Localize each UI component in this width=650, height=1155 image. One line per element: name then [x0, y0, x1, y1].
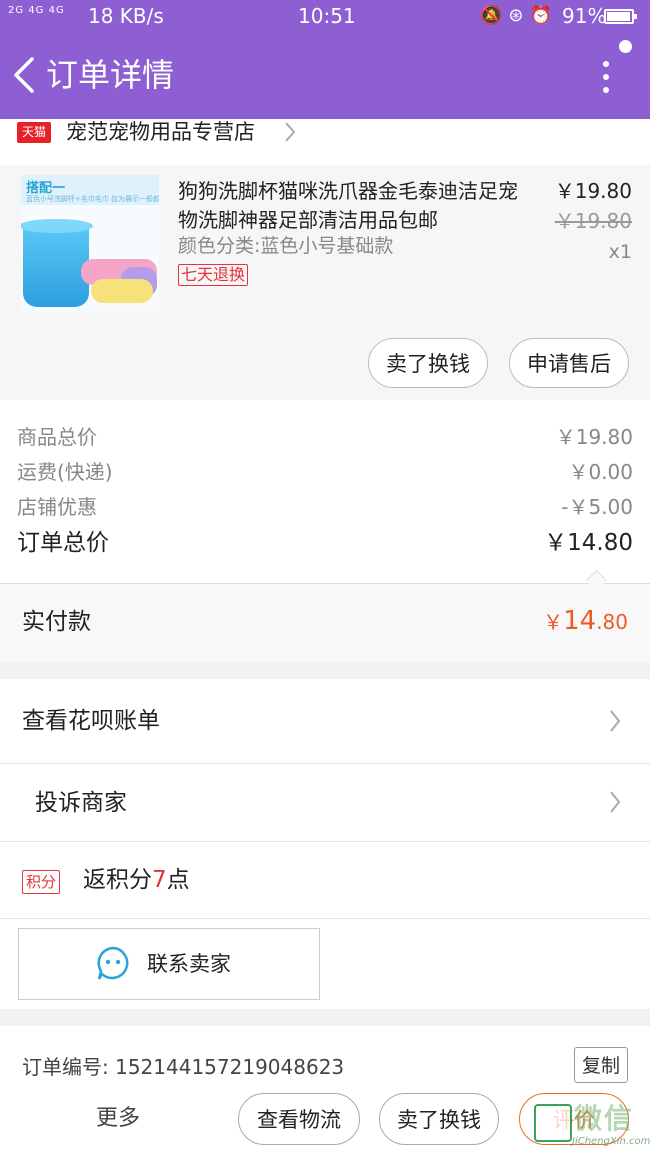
amount-paid-value: ￥14.80 — [543, 606, 628, 636]
product-sku: 颜色分类:蓝色小号基础款 — [178, 235, 394, 257]
huabei-bill-row[interactable]: 查看花呗账单 — [0, 679, 650, 763]
more-button[interactable]: 更多 — [96, 1103, 140, 1135]
sell-for-cash-bottom-button[interactable]: 卖了换钱 — [379, 1093, 499, 1145]
amount-paid-label: 实付款 — [22, 609, 91, 635]
price-summary: 商品总价 ￥19.80 运费(快递) ￥0.00 店铺优惠 -￥5.00 订单总… — [0, 400, 650, 583]
amount-paid-currency: ￥ — [543, 610, 564, 634]
rate-button[interactable]: 评价 — [519, 1093, 629, 1145]
points-suffix: 点 — [166, 867, 190, 893]
order-total-value: ￥14.80 — [544, 530, 633, 556]
network-speed: 18 KB/s — [88, 4, 164, 28]
seven-day-return-tag: 七天退换 — [178, 264, 249, 286]
shipping-label: 运费(快递) — [17, 460, 113, 484]
towel-yellow — [91, 279, 153, 303]
tmall-badge: 天猫 — [17, 122, 51, 143]
product-quantity: x1 — [608, 241, 632, 263]
chat-bubble-icon — [97, 946, 129, 980]
status-icons: 🔕⊛⏰ — [480, 4, 558, 28]
lock-rotation-icon: ⊛ — [508, 5, 530, 26]
contact-seller-label: 联系卖家 — [147, 952, 231, 976]
points-text: 返积分7点 — [83, 864, 190, 896]
shipping-value: ￥0.00 — [568, 460, 633, 484]
signal-indicator: 2G 4G 4G — [8, 5, 65, 16]
order-number: 订单编号: 152144157219048623 — [22, 1052, 344, 1082]
status-bar: 2G 4G 4G 18 KB/s 10:51 🔕⊛⏰ 91% — [0, 0, 650, 33]
battery-percent: 91% — [562, 4, 607, 28]
battery-icon — [604, 9, 637, 24]
points-prefix: 返积分 — [83, 867, 152, 893]
product-price: ￥19.80 — [554, 179, 632, 203]
order-number-value: 152144157219048623 — [115, 1055, 345, 1079]
page-title: 订单详情 — [46, 56, 175, 94]
order-number-label: 订单编号: — [22, 1055, 109, 1079]
amount-paid-row: 实付款 ￥14.80 — [0, 584, 650, 662]
product-title[interactable]: 狗狗洗脚杯猫咪洗爪器金毛泰迪洁足宠物洗脚神器足部清洁用品包邮 — [178, 177, 528, 235]
clock: 10:51 — [298, 4, 356, 28]
contact-seller-button[interactable]: 联系卖家 — [18, 928, 320, 1000]
chevron-right-icon — [285, 122, 296, 142]
store-row[interactable]: 天猫 宠范宠物用品专营店 — [0, 119, 650, 165]
amount-paid-integer: 14 — [563, 606, 597, 636]
alarm-icon: ⏰ — [529, 5, 558, 26]
apply-after-sale-button[interactable]: 申请售后 — [509, 338, 629, 388]
product-card: 搭配一 蓝色小号洗脚杯+毛巾毛巾 仅为展示一般颜色 狗狗洗脚杯猫咪洗爪器金毛泰迪… — [0, 165, 650, 400]
store-name[interactable]: 宠范宠物用品专营店 — [66, 119, 255, 145]
store-discount-label: 店铺优惠 — [17, 495, 97, 519]
points-tag: 积分 — [22, 870, 61, 894]
huabei-bill-label: 查看花呗账单 — [22, 708, 160, 734]
product-original-price: ￥19.80 — [554, 209, 632, 233]
chevron-right-icon — [610, 791, 621, 813]
back-arrow-icon[interactable] — [10, 55, 40, 95]
points-number: 7 — [152, 867, 167, 893]
chevron-right-icon — [610, 710, 621, 732]
notification-dot — [619, 40, 632, 53]
thumbnail-subtitle: 蓝色小号洗脚杯+毛巾毛巾 仅为展示一般颜色 — [26, 195, 159, 203]
product-thumbnail[interactable]: 搭配一 蓝色小号洗脚杯+毛巾毛巾 仅为展示一般颜色 — [21, 175, 159, 313]
subtotal-value: ￥19.80 — [555, 425, 633, 449]
bottom-action-bar: 更多 查看物流 卖了换钱 评价 — [0, 1083, 650, 1155]
product-cup-image — [23, 223, 89, 307]
more-options-icon[interactable] — [596, 57, 616, 97]
complain-seller-label: 投诉商家 — [35, 790, 127, 816]
view-logistics-button[interactable]: 查看物流 — [238, 1093, 360, 1145]
sell-for-cash-button[interactable]: 卖了换钱 — [368, 338, 488, 388]
product-cup-rim — [21, 219, 93, 233]
copy-button[interactable]: 复制 — [574, 1047, 628, 1083]
app-header: 订单详情 — [0, 33, 650, 119]
points-row: 积分 返积分7点 — [0, 842, 650, 918]
mute-icon: 🔕 — [480, 5, 509, 26]
subtotal-label: 商品总价 — [17, 425, 97, 449]
amount-paid-decimal: .80 — [596, 610, 628, 634]
store-discount-value: -￥5.00 — [561, 495, 633, 519]
complain-seller-row[interactable]: 投诉商家 — [0, 764, 650, 841]
order-total-label: 订单总价 — [17, 530, 109, 556]
